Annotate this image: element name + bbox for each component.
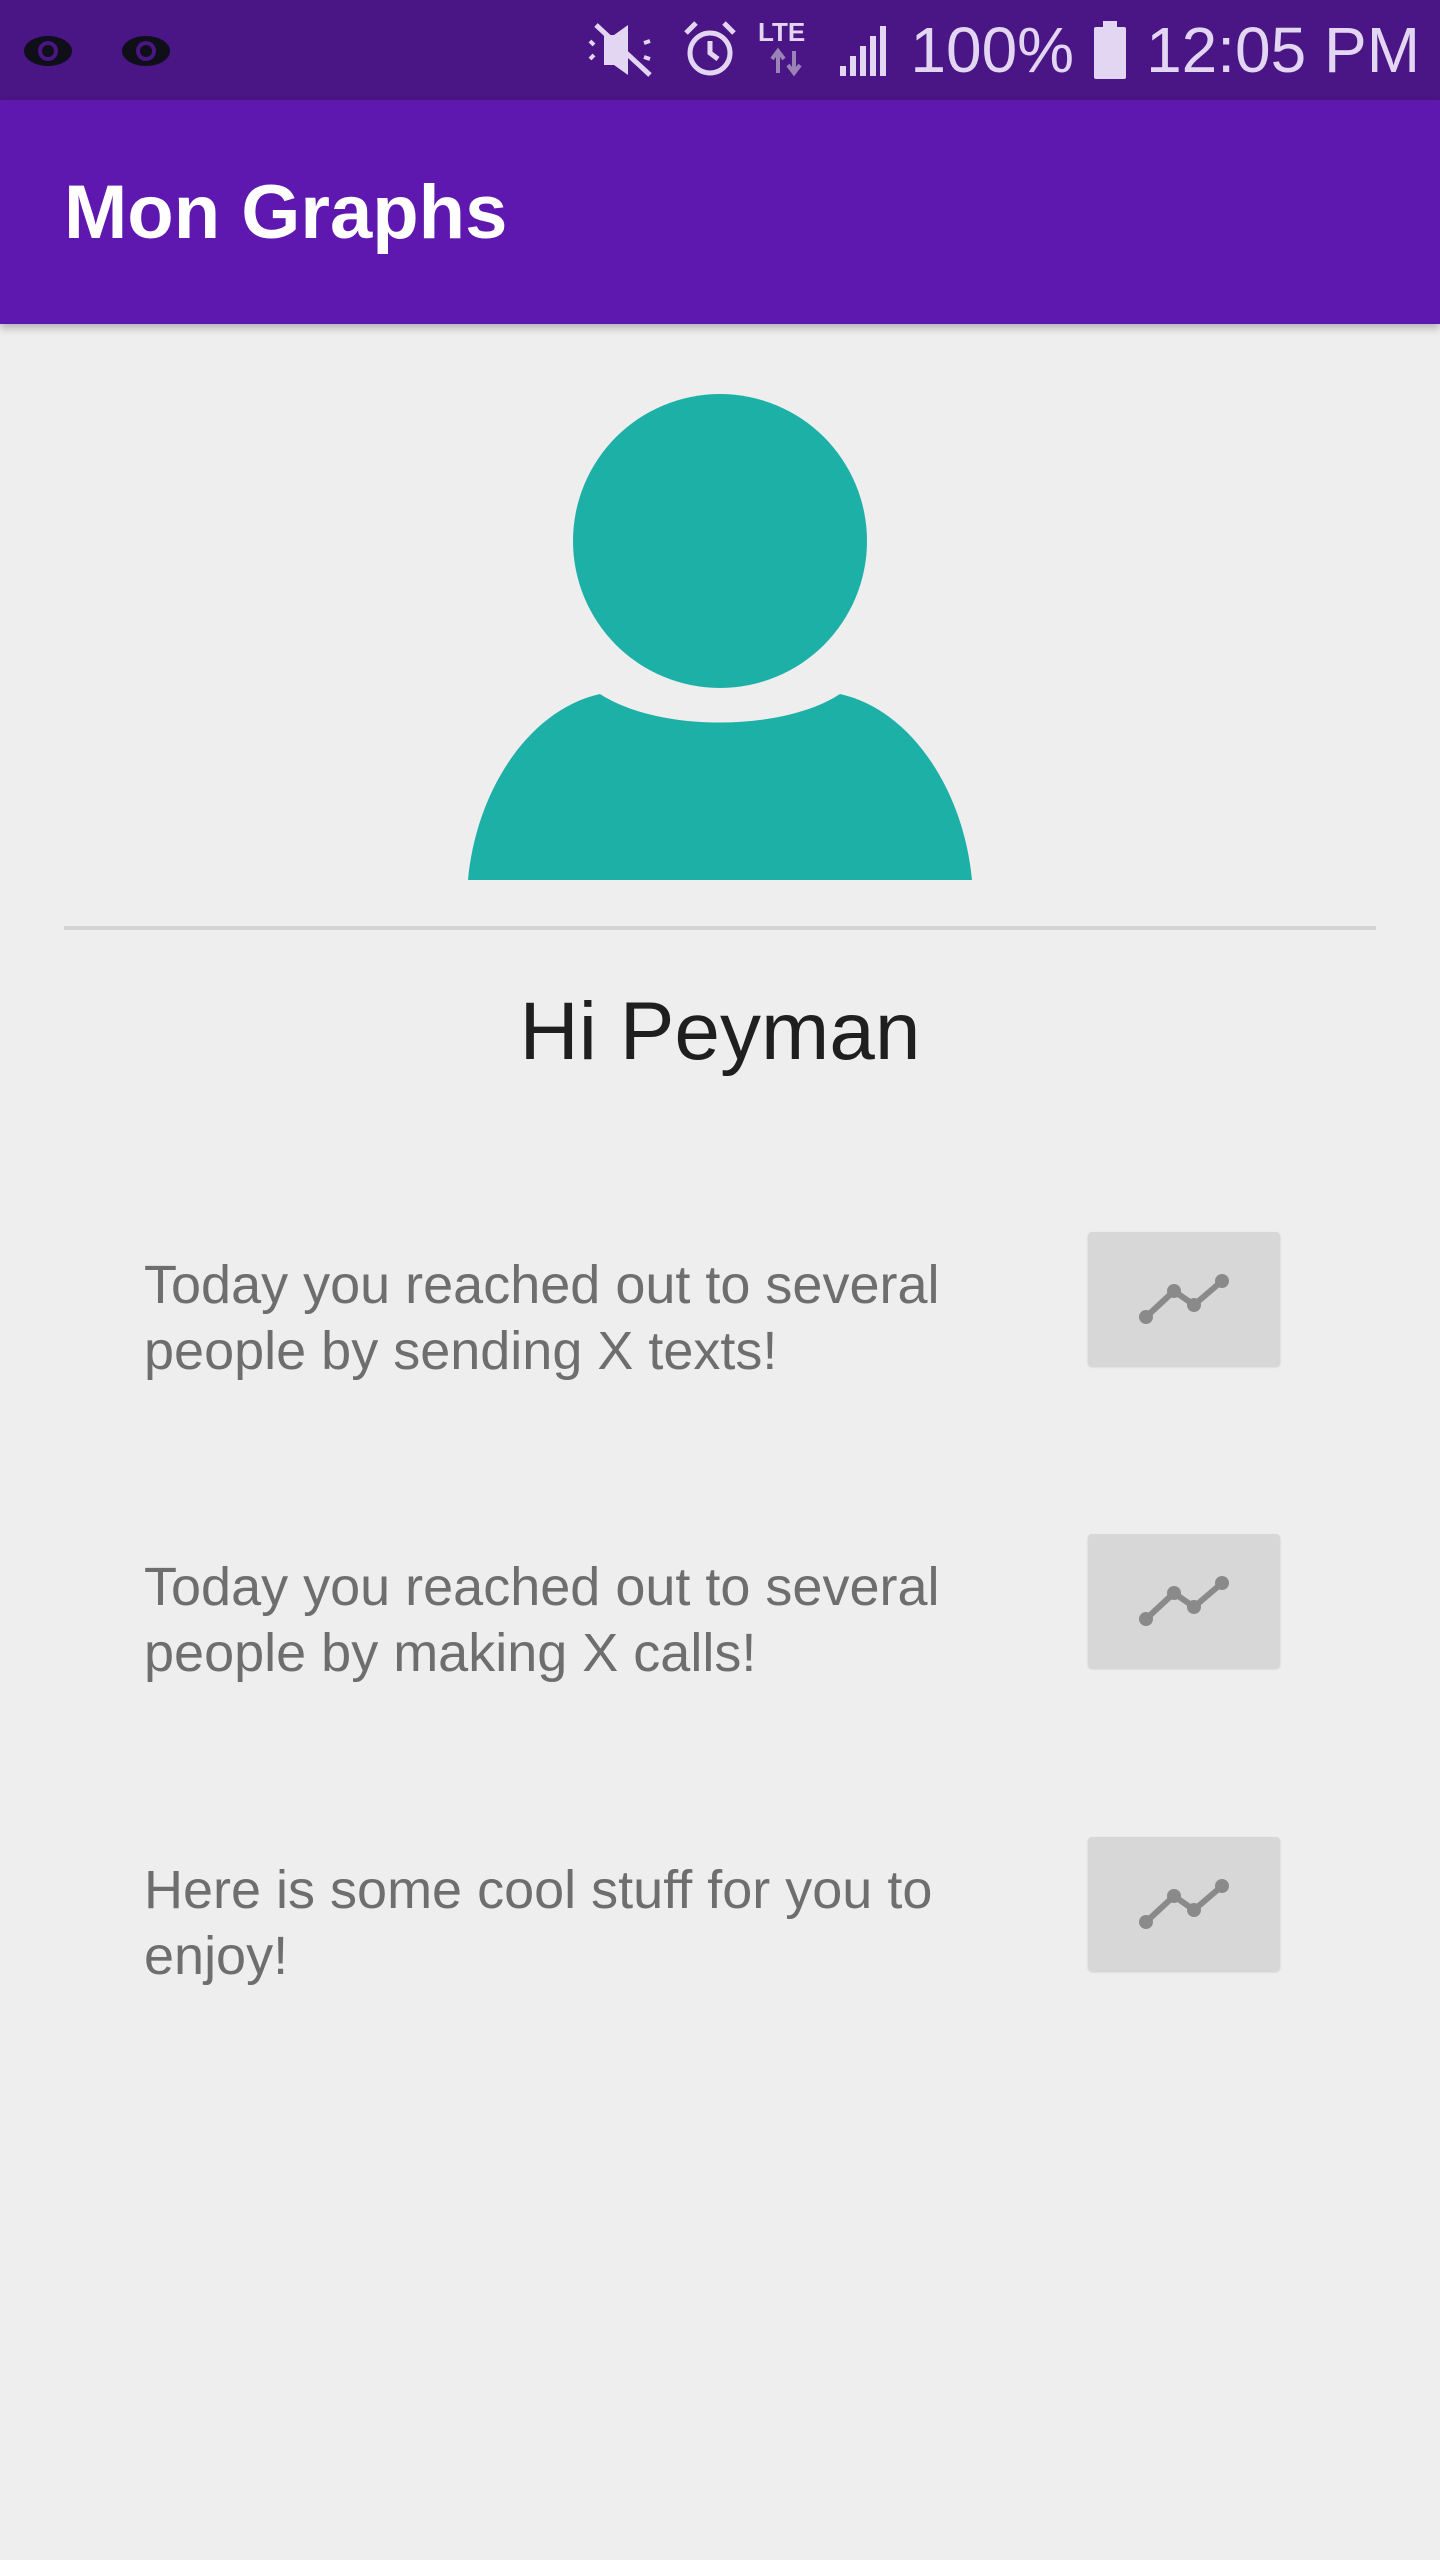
card-message: Today you reached out to several people … bbox=[144, 1255, 940, 1381]
muted-icon bbox=[584, 19, 664, 81]
line-chart-icon bbox=[1139, 1274, 1229, 1324]
battery-icon bbox=[1092, 19, 1128, 81]
graph-button-texts[interactable] bbox=[1088, 1232, 1280, 1366]
person-icon bbox=[468, 394, 972, 880]
eye-icon bbox=[120, 28, 172, 74]
lte-data-icon: LTE bbox=[756, 17, 818, 83]
list-item: Today you reached out to several people … bbox=[144, 1232, 1280, 1381]
status-bar: LTE 100% 12:05 PM bbox=[0, 0, 1440, 100]
clock: 12:05 PM bbox=[1146, 14, 1420, 86]
app-bar: Mon Graphs bbox=[0, 100, 1440, 324]
list-item: Here is some cool stuff for you to enjoy… bbox=[144, 1837, 1280, 1986]
greeting-text: Hi Peyman bbox=[519, 986, 921, 1077]
status-system: LTE 100% 12:05 PM bbox=[584, 0, 1420, 100]
signal-icon bbox=[836, 22, 892, 78]
battery-percentage: 100% bbox=[910, 14, 1075, 86]
line-chart-icon bbox=[1139, 1576, 1229, 1626]
status-notifications bbox=[22, 28, 172, 74]
graph-button-calls[interactable] bbox=[1088, 1534, 1280, 1668]
avatar bbox=[468, 392, 972, 885]
app-title: Mon Graphs bbox=[64, 169, 508, 255]
alarm-icon bbox=[682, 19, 738, 81]
divider bbox=[64, 926, 1376, 930]
graph-button-stuff[interactable] bbox=[1088, 1837, 1280, 1971]
eye-icon bbox=[22, 28, 74, 74]
line-chart-icon bbox=[1139, 1879, 1229, 1929]
card-message: Today you reached out to several people … bbox=[144, 1557, 940, 1683]
card-message: Here is some cool stuff for you to enjoy… bbox=[144, 1860, 933, 1986]
list-item: Today you reached out to several people … bbox=[144, 1534, 1280, 1683]
svg-text:LTE: LTE bbox=[758, 17, 805, 47]
